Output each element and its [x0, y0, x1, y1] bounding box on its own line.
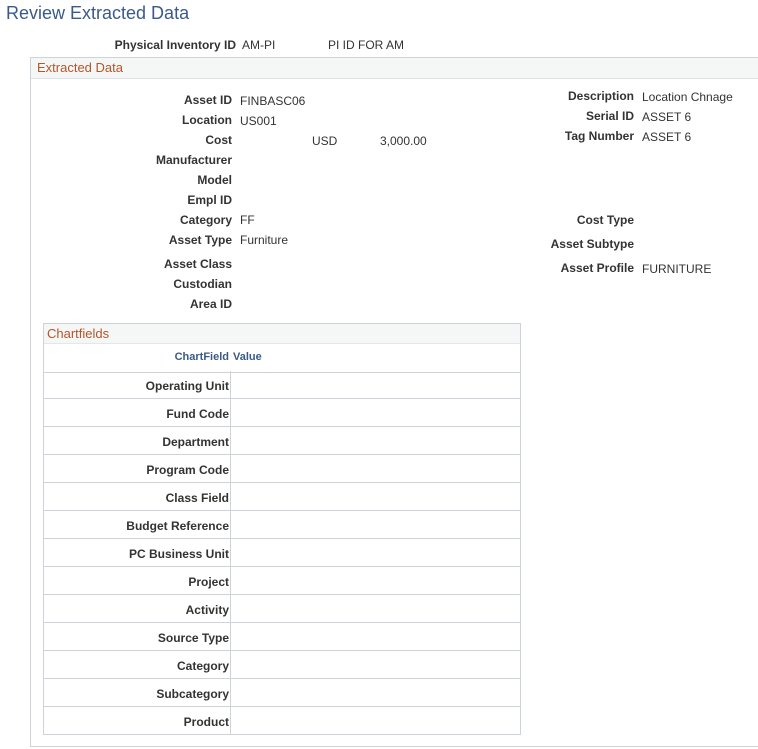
extracted-data-header: Extracted Data: [31, 58, 758, 79]
table-row: Category: [44, 651, 520, 679]
extracted-data-title: Extracted Data: [37, 60, 123, 75]
category-label: Category: [179, 213, 232, 227]
model-label: Model: [197, 173, 232, 187]
asset-type-value: Furniture: [240, 233, 289, 247]
empl-id-label: Empl ID: [187, 193, 232, 207]
cost-currency: USD: [312, 134, 338, 148]
asset-type-label: Asset Type: [168, 233, 232, 247]
row-label: Class Field: [165, 491, 229, 505]
asset-profile-label: Asset Profile: [560, 261, 634, 275]
table-row: Operating Unit: [44, 371, 520, 399]
asset-profile-value: FURNITURE: [642, 262, 712, 276]
table-row: Activity: [44, 595, 520, 623]
row-label: Operating Unit: [145, 379, 229, 393]
description-value: Location Chnage: [642, 90, 733, 104]
tag-number-value: ASSET 6: [642, 130, 692, 144]
column-header-value: Value: [233, 351, 262, 363]
row-label: Source Type: [157, 631, 229, 645]
chartfields-title: Chartfields: [47, 326, 110, 341]
table-row: Subcategory: [44, 679, 520, 707]
category-value: FF: [240, 213, 255, 227]
area-id-label: Area ID: [189, 297, 232, 311]
location-label: Location: [182, 113, 232, 127]
cost-label: Cost: [205, 133, 232, 147]
location-value: US001: [240, 114, 277, 128]
chartfields-column-headers: ChartField Value: [44, 343, 520, 373]
cost-type-label: Cost Type: [576, 213, 634, 227]
asset-id-value: FINBASC06: [240, 94, 306, 108]
table-row: Budget Reference: [44, 511, 520, 539]
asset-subtype-label: Asset Subtype: [550, 237, 634, 251]
asset-class-label: Asset Class: [163, 257, 232, 271]
row-label: Budget Reference: [126, 519, 229, 533]
row-label: Program Code: [146, 463, 229, 477]
serial-id-label: Serial ID: [585, 109, 634, 123]
custodian-label: Custodian: [173, 277, 232, 291]
physical-inventory-id-value: AM-PI: [242, 38, 276, 52]
asset-id-label: Asset ID: [183, 93, 232, 107]
table-row: Program Code: [44, 455, 520, 483]
table-row: Project: [44, 567, 520, 595]
row-label: Category: [176, 659, 229, 673]
table-row: Fund Code: [44, 399, 520, 427]
chartfields-grid: Chartfields ChartField Value Operating U…: [43, 323, 521, 735]
row-label: PC Business Unit: [128, 547, 229, 561]
column-header-chartfield: ChartField: [174, 351, 229, 363]
cost-amount: 3,000.00: [380, 134, 427, 148]
tag-number-label: Tag Number: [564, 129, 634, 143]
table-row: Department: [44, 427, 520, 455]
page-title: Review Extracted Data: [6, 3, 190, 23]
table-row: PC Business Unit: [44, 539, 520, 567]
row-label: Product: [183, 715, 229, 729]
physical-inventory-description: PI ID FOR AM: [328, 38, 405, 52]
row-label: Fund Code: [166, 407, 229, 421]
row-label: Project: [188, 575, 229, 589]
table-row: Product: [44, 707, 520, 735]
row-label: Subcategory: [156, 687, 229, 701]
physical-inventory-id-label: Physical Inventory ID: [114, 38, 236, 52]
table-row: Class Field: [44, 483, 520, 511]
row-label: Department: [162, 435, 229, 449]
description-label: Description: [567, 89, 634, 103]
row-label: Activity: [185, 603, 229, 617]
manufacturer-label: Manufacturer: [155, 153, 232, 167]
table-row: Source Type: [44, 623, 520, 651]
serial-id-value: ASSET 6: [642, 110, 692, 124]
chartfields-header: Chartfields: [44, 324, 520, 343]
